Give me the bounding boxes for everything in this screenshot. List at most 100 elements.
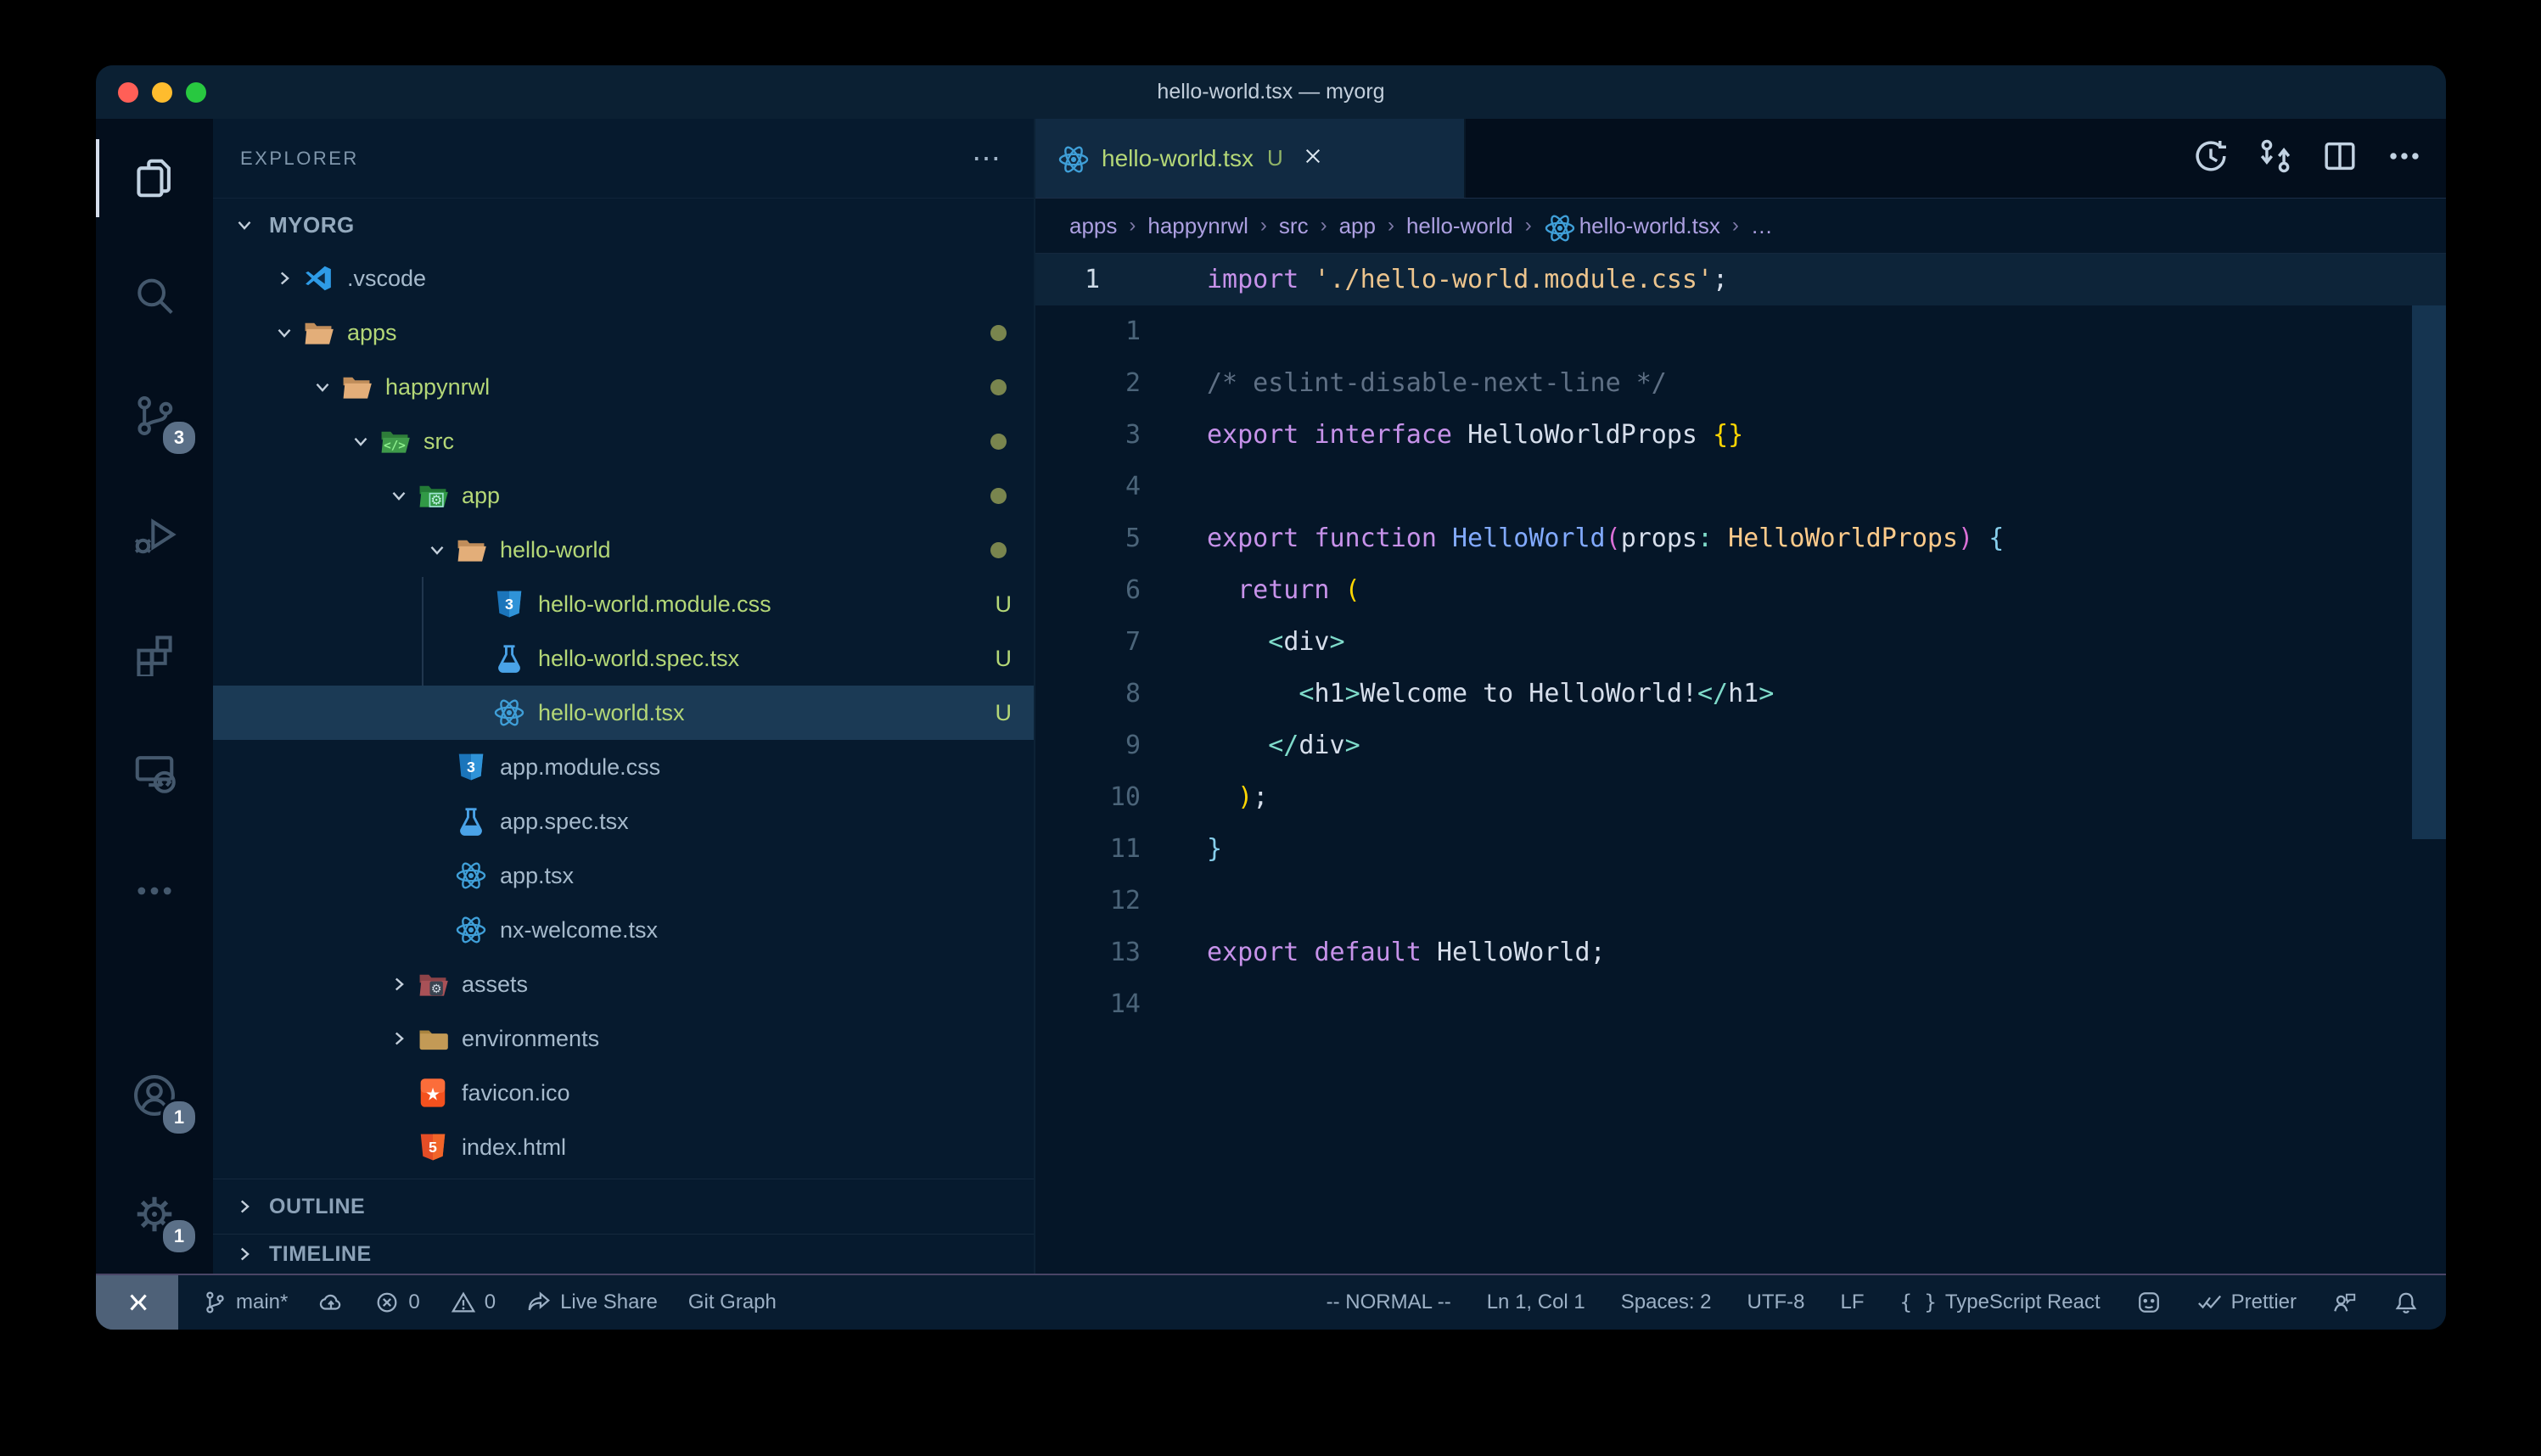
code-line[interactable]: 12 <box>1035 875 2446 927</box>
breadcrumb--[interactable]: … <box>1751 213 1773 239</box>
status-language-mode[interactable]: { }TypeScript React <box>1900 1291 2101 1314</box>
code-line-current[interactable]: 1import './hello-world.module.css'; <box>1035 254 2446 305</box>
status-cursor-position[interactable]: Ln 1, Col 1 <box>1487 1291 1585 1314</box>
minimize-window-button[interactable] <box>152 82 172 103</box>
status-indentation[interactable]: Spaces: 2 <box>1621 1291 1712 1314</box>
activity-item-remote-explorer[interactable] <box>96 713 213 832</box>
panel-timeline[interactable]: TIMELINE <box>213 1234 1034 1274</box>
explorer-more-actions-icon[interactable]: ⋯ <box>972 150 1003 167</box>
tab-label: hello-world.tsx <box>1102 145 1254 172</box>
code-text <box>1156 461 1207 512</box>
workspace-name: MYORG <box>269 212 355 238</box>
code-line[interactable]: 4 <box>1035 461 2446 512</box>
status-errors[interactable]: 0 <box>374 1290 419 1315</box>
close-tab-icon[interactable] <box>1302 145 1324 171</box>
chevron-spacer <box>419 903 455 957</box>
status-formatter[interactable]: Prettier <box>2197 1290 2297 1315</box>
code-line[interactable]: 5export function HelloWorld(props: Hello… <box>1035 512 2446 564</box>
activity-item-settings[interactable]: 1 <box>96 1155 213 1274</box>
tree-item-app-tsx[interactable]: app.tsx <box>213 848 1034 903</box>
tree-item-environments[interactable]: environments <box>213 1011 1034 1066</box>
svg-text:3: 3 <box>467 759 475 776</box>
activity-item-extensions[interactable] <box>96 594 213 713</box>
code-line[interactable]: 8 <h1>Welcome to HelloWorld!</h1> <box>1035 668 2446 720</box>
panel-outline[interactable]: OUTLINE <box>213 1179 1034 1234</box>
code-line[interactable]: 14 <box>1035 978 2446 1030</box>
git-untracked-badge: U <box>996 700 1012 726</box>
open-changes-icon[interactable] <box>2256 137 2295 180</box>
status-warnings[interactable]: 0 <box>451 1290 496 1315</box>
status-encoding[interactable]: UTF-8 <box>1747 1291 1805 1314</box>
breadcrumb-happynrwl[interactable]: happynrwl <box>1147 213 1248 239</box>
code-line[interactable]: 2/* eslint-disable-next-line */ <box>1035 357 2446 409</box>
breadcrumb-app[interactable]: app <box>1339 213 1376 239</box>
more-actions-icon[interactable] <box>2385 137 2424 180</box>
chevron-down-icon <box>381 468 417 523</box>
breadcrumb-hello-world[interactable]: hello-world <box>1406 213 1513 239</box>
tree-item-src[interactable]: </>src <box>213 414 1034 468</box>
tree-item-hello-world-tsx[interactable]: hello-world.tsxU <box>213 686 1034 740</box>
git-modified-dot <box>990 379 1007 395</box>
tree-item-hello-world[interactable]: hello-world <box>213 523 1034 577</box>
svg-text:⚙: ⚙ <box>430 493 442 508</box>
close-window-button[interactable] <box>118 82 138 103</box>
activity-item-search[interactable] <box>96 238 213 356</box>
tree-item-assets[interactable]: ⚙assets <box>213 957 1034 1011</box>
activity-item-more-views[interactable] <box>96 832 213 950</box>
status-vim-mode[interactable]: -- NORMAL -- <box>1327 1291 1451 1314</box>
tree-item-hello-world-spec-tsx[interactable]: hello-world.spec.tsxU <box>213 631 1034 686</box>
breadcrumb-hello-world-tsx[interactable]: hello-world.tsx <box>1544 212 1720 239</box>
code-line[interactable]: 13export default HelloWorld; <box>1035 927 2446 978</box>
code-line[interactable]: 6 return ( <box>1035 564 2446 616</box>
tree-item-app-spec-tsx[interactable]: app.spec.tsx <box>213 794 1034 848</box>
code-line[interactable]: 11} <box>1035 823 2446 875</box>
git-untracked-badge: U <box>996 646 1012 672</box>
activity-item-explorer[interactable] <box>96 119 213 238</box>
activity-item-accounts[interactable]: 1 <box>96 1036 213 1155</box>
tree-item-hello-world-module-css[interactable]: 3hello-world.module.cssU <box>213 577 1034 631</box>
breadcrumb-apps[interactable]: apps <box>1069 213 1117 239</box>
tree-item--vscode[interactable]: .vscode <box>213 251 1034 305</box>
activity-item-run-debug[interactable] <box>96 475 213 594</box>
remote-indicator[interactable] <box>96 1275 178 1330</box>
code-text: <h1>Welcome to HelloWorld!</h1> <box>1156 668 1774 720</box>
code-line[interactable]: 7 <div> <box>1035 616 2446 668</box>
tree-item-nx-welcome-tsx[interactable]: nx-welcome.tsx <box>213 903 1034 957</box>
chevron-right-icon <box>227 1227 262 1281</box>
status-live-share[interactable]: Live Share <box>526 1290 658 1315</box>
status-eol[interactable]: LF <box>1841 1291 1865 1314</box>
code-line[interactable]: 10 ); <box>1035 771 2446 823</box>
tab-untracked-badge: U <box>1267 145 1283 171</box>
activity-item-source-control[interactable]: 3 <box>96 356 213 475</box>
git-modified-dot <box>990 542 1007 558</box>
status-sync[interactable] <box>318 1290 344 1315</box>
code-line[interactable]: 9 </div> <box>1035 720 2446 771</box>
status-github[interactable] <box>2136 1290 2162 1315</box>
tree-item-apps[interactable]: apps <box>213 305 1034 360</box>
code-line[interactable]: 1 <box>1035 305 2446 357</box>
code-editor[interactable]: 1import './hello-world.module.css';12/* … <box>1035 254 2446 1274</box>
code-line[interactable]: 3export interface HelloWorldProps {} <box>1035 409 2446 461</box>
tree-item-index-html[interactable]: 5index.html <box>213 1120 1034 1174</box>
line-number: 9 <box>1035 720 1156 771</box>
open-timeline-icon[interactable] <box>2191 137 2230 180</box>
tab-hello-world-tsx[interactable]: hello-world.tsx U <box>1035 119 1466 198</box>
tree-item-happynrwl[interactable]: happynrwl <box>213 360 1034 414</box>
code-text <box>1156 305 1207 357</box>
split-editor-icon[interactable] <box>2320 137 2359 180</box>
tree-item-app[interactable]: ⚙app <box>213 468 1034 523</box>
css-icon: 3 <box>493 588 525 620</box>
git-modified-dot <box>990 325 1007 341</box>
status-branch[interactable]: main* <box>202 1290 288 1315</box>
status-feedback[interactable] <box>2332 1290 2358 1315</box>
workspace-section-header[interactable]: MYORG <box>213 198 1034 251</box>
tree-item-label: app.module.css <box>500 754 660 781</box>
tree-item-favicon-ico[interactable]: ★favicon.ico <box>213 1066 1034 1120</box>
status-notifications[interactable] <box>2393 1290 2419 1315</box>
breadcrumb-separator: › <box>1321 214 1327 238</box>
zoom-window-button[interactable] <box>186 82 206 103</box>
status-git-graph[interactable]: Git Graph <box>688 1291 777 1314</box>
code-text: export default HelloWorld; <box>1156 927 1606 978</box>
breadcrumb-src[interactable]: src <box>1279 213 1309 239</box>
tree-item-app-module-css[interactable]: 3 app.module.css <box>213 740 1034 794</box>
